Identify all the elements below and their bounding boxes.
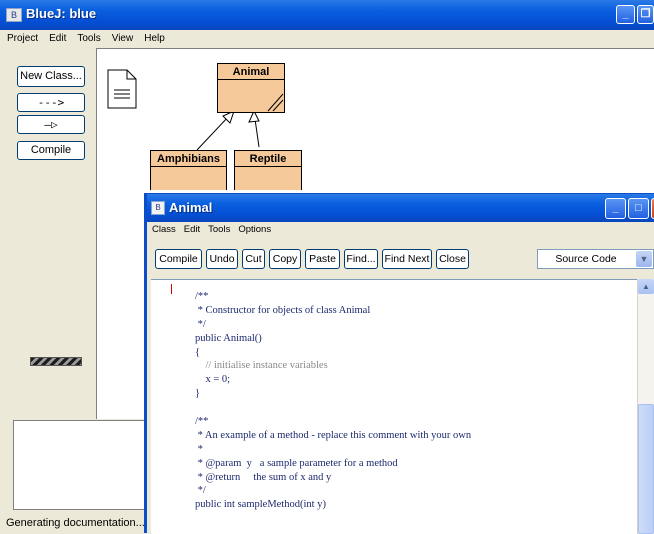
editor-menu-tools[interactable]: Tools — [203, 222, 233, 235]
menu-view[interactable]: View — [105, 30, 138, 44]
code-line: { — [195, 346, 201, 358]
code-editor[interactable]: /** * Constructor for objects of class A… — [151, 279, 637, 534]
class-amphibians-name: Amphibians — [151, 151, 226, 167]
message-area — [13, 420, 153, 510]
editor-close-text-button[interactable]: Close — [436, 249, 469, 269]
class-animal[interactable]: Animal — [217, 63, 285, 113]
code-line: * @return the sum of x and y — [195, 471, 332, 483]
editor-find-next-button[interactable]: Find Next — [382, 249, 432, 269]
code-line: */ — [195, 485, 206, 497]
editor-paste-button[interactable]: Paste — [305, 249, 340, 269]
menu-help[interactable]: Help — [137, 30, 169, 44]
inheritance-arrow-button[interactable]: —▷ — [17, 115, 85, 134]
editor-copy-button[interactable]: Copy — [269, 249, 301, 269]
scroll-thumb[interactable] — [638, 404, 654, 534]
class-animal-name: Animal — [218, 64, 284, 80]
code-line: * Constructor for objects of class Anima… — [195, 304, 371, 316]
code-line: x = 0; — [195, 374, 231, 386]
restore-button[interactable]: ❐ — [637, 5, 654, 24]
class-reptile[interactable]: Reptile — [234, 150, 302, 190]
minimize-button[interactable]: _ — [616, 5, 635, 24]
scroll-up-icon[interactable]: ▲ — [638, 279, 654, 294]
menu-edit[interactable]: Edit — [42, 30, 70, 44]
source-code: /** * Constructor for objects of class A… — [195, 290, 471, 512]
code-line: * @param y a sample parameter for a meth… — [195, 457, 398, 469]
code-line: public Animal() — [195, 332, 262, 344]
editor-menubar: Class Edit Tools Options — [147, 222, 654, 239]
bluej-app-icon: B — [6, 8, 22, 22]
class-resize-hatch — [267, 93, 284, 112]
code-line: /** — [195, 291, 209, 302]
code-line: } — [195, 388, 201, 400]
editor-app-icon: B — [151, 201, 165, 215]
chevron-down-icon[interactable]: ▼ — [636, 251, 652, 267]
new-class-button[interactable]: New Class... — [17, 66, 85, 87]
editor-window: B Animal _ □ Class Edit Tools Options Compi… — [144, 193, 654, 534]
editor-menu-options[interactable]: Options — [233, 222, 274, 235]
text-caret — [171, 284, 172, 294]
line-gutter — [151, 280, 172, 534]
code-line: // initialise instance variables — [195, 360, 328, 372]
main-menubar: Project Edit Tools View Help — [0, 30, 654, 48]
code-line: * An example of a method - replace this … — [195, 429, 472, 441]
window-title: BlueJ: blue — [26, 6, 97, 21]
code-line: /** — [195, 416, 209, 428]
menu-project[interactable]: Project — [0, 30, 42, 44]
status-text: Generating documentation... — [6, 517, 145, 529]
menu-tools[interactable]: Tools — [70, 30, 104, 44]
compile-button[interactable]: Compile — [17, 141, 85, 160]
editor-menu-edit[interactable]: Edit — [179, 222, 203, 235]
code-line: public int sampleMethod(int y) — [195, 499, 326, 511]
activity-indicator — [30, 357, 82, 366]
code-line: * — [195, 443, 203, 455]
editor-title: Animal — [169, 200, 213, 215]
view-mode-select[interactable]: Source Code ▼ — [537, 249, 654, 269]
editor-find-button[interactable]: Find... — [344, 249, 378, 269]
editor-menu-class[interactable]: Class — [147, 222, 179, 235]
code-scrollbar[interactable]: ▲ — [637, 279, 654, 534]
editor-undo-button[interactable]: Undo — [206, 249, 238, 269]
code-line: */ — [195, 318, 206, 330]
view-mode-value: Source Code — [555, 253, 617, 265]
main-titlebar: B BlueJ: blue _ ❐ — [0, 0, 654, 30]
class-reptile-name: Reptile — [235, 151, 301, 167]
editor-maximize-button[interactable]: □ — [628, 198, 649, 219]
editor-titlebar: B Animal _ □ — [147, 194, 654, 222]
editor-minimize-button[interactable]: _ — [605, 198, 626, 219]
class-amphibians[interactable]: Amphibians — [150, 150, 227, 190]
editor-cut-button[interactable]: Cut — [242, 249, 265, 269]
uses-arrow-button[interactable]: ---> — [17, 93, 85, 112]
editor-compile-button[interactable]: Compile — [155, 249, 202, 269]
